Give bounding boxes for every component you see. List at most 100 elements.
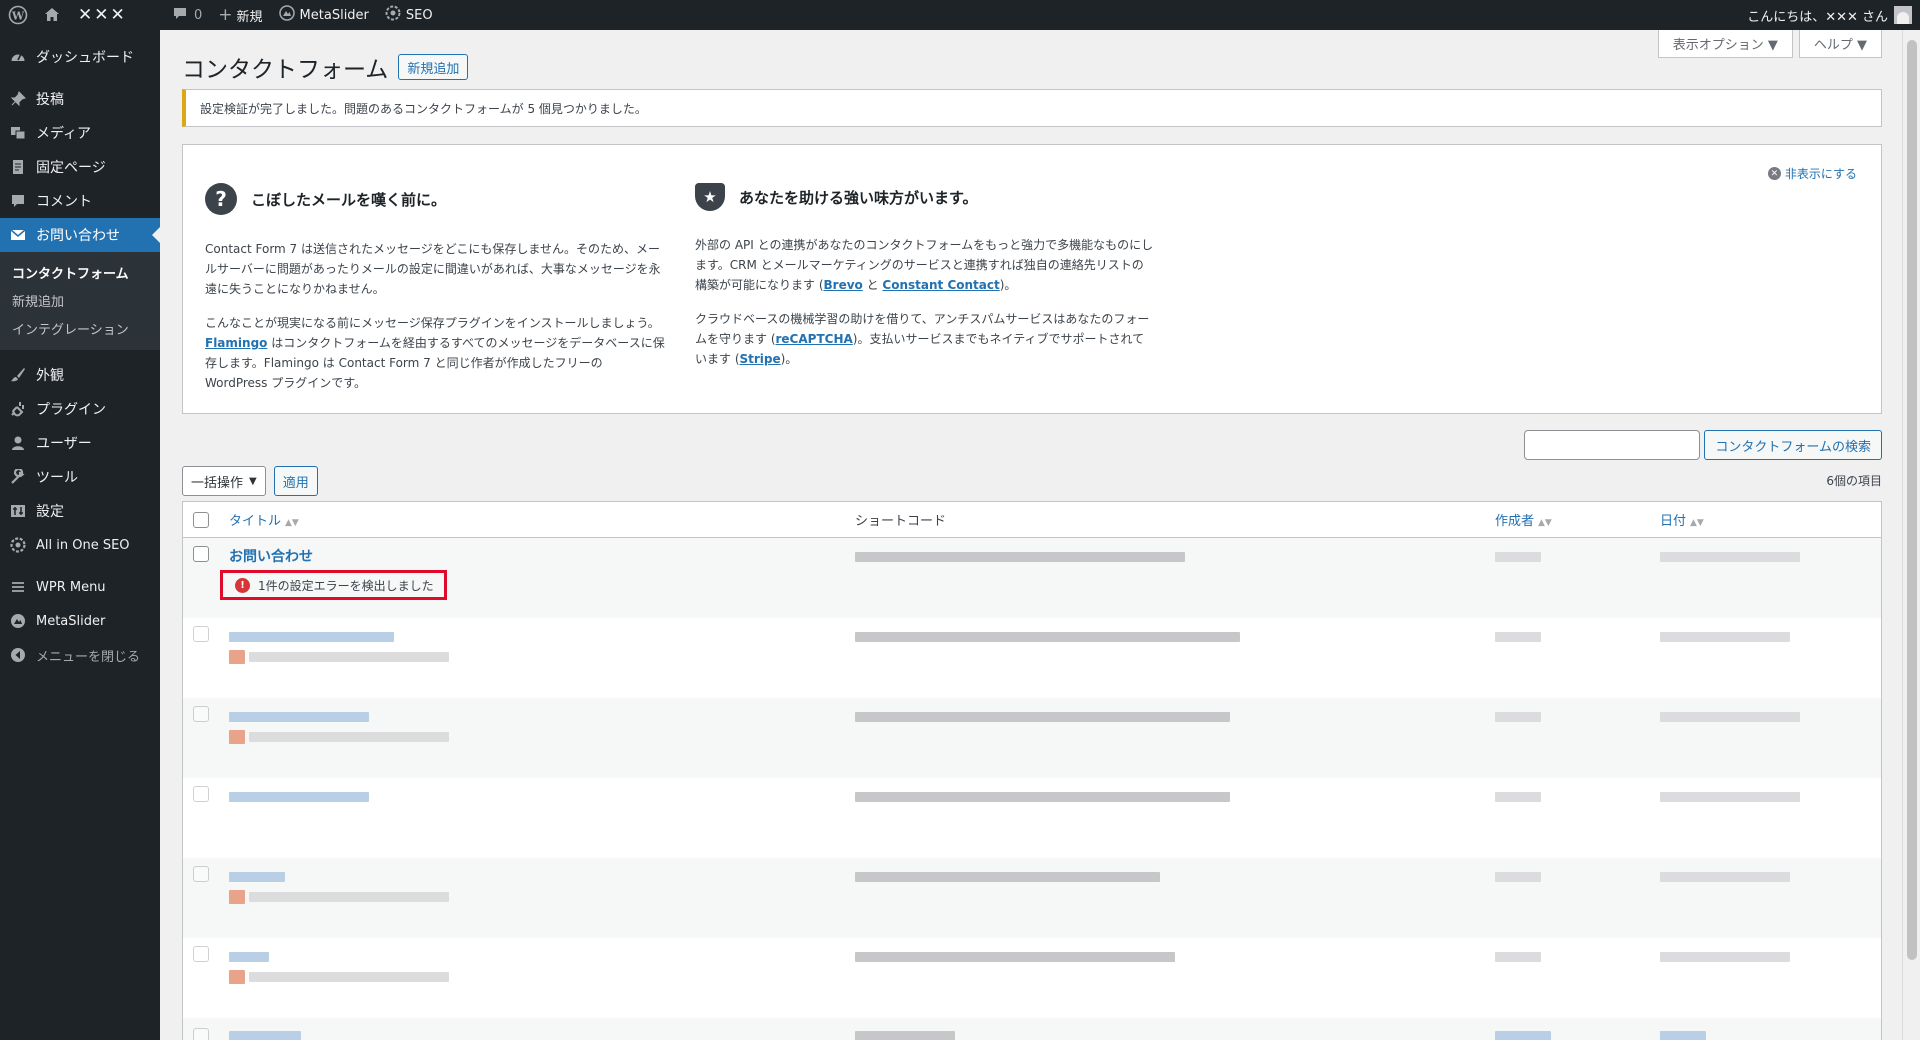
media-icon [8, 123, 28, 143]
menu-wpr-menu[interactable]: WPR Menu [0, 570, 160, 604]
menu-metaslider-label: MetaSlider [36, 613, 106, 629]
stripe-link[interactable]: Stripe [740, 352, 781, 366]
page-scrollbar[interactable] [1902, 30, 1920, 1040]
column-author-label[interactable]: 作成者 [1495, 514, 1534, 529]
date-cell [1650, 537, 1882, 618]
submenu-integration[interactable]: インテグレーション [0, 314, 160, 342]
welcome-col1-title: こぼしたメールを嘆く前に。 [251, 190, 447, 209]
menu-collapse[interactable]: メニューを閉じる [0, 638, 160, 672]
shortcode-cell[interactable] [845, 938, 1485, 1018]
recaptcha-link[interactable]: reCAPTCHA [776, 332, 853, 346]
apply-button[interactable]: 適用 [273, 466, 318, 496]
author-cell[interactable] [1485, 778, 1650, 858]
menu-posts[interactable]: 投稿 [0, 82, 160, 116]
row-checkbox[interactable] [193, 785, 209, 802]
new-content-link[interactable]: + 新規 [210, 0, 270, 30]
config-error-text: 1件の設定エラーを検出しました [258, 578, 434, 593]
submenu-add-new[interactable]: 新規追加 [0, 286, 160, 314]
scrollbar-thumb[interactable] [1907, 40, 1917, 960]
menu-pages[interactable]: 固定ページ [0, 150, 160, 184]
menu-dashboard[interactable]: ダッシュボード [0, 40, 160, 74]
seo-link[interactable]: SEO [377, 0, 441, 30]
comment-icon [172, 5, 188, 25]
search-input[interactable] [1524, 430, 1701, 460]
brevo-link[interactable]: Brevo [824, 278, 863, 292]
table-row: お問い合わせ ! 1件の設定エラーを検出しました [182, 537, 1882, 618]
row-checkbox[interactable] [193, 945, 209, 962]
row-checkbox[interactable] [193, 546, 209, 562]
welcome-col1-p2-text-b: はコンタクトフォームを経由するすべてのメッセージをデータベースに保存します。Fl… [205, 336, 665, 390]
sort-icon: ▲▼ [1690, 518, 1704, 528]
author-cell[interactable] [1485, 697, 1650, 778]
bulk-action-select[interactable]: 一括操作 ▼ [182, 466, 266, 496]
chevron-down-icon: ▼ [249, 475, 257, 487]
menu-aioseo[interactable]: All in One SEO [0, 528, 160, 562]
footer-date-cell [1650, 1017, 1882, 1040]
screen-options-button[interactable]: 表示オプション ▼ [1657, 30, 1793, 58]
shortcode-cell[interactable] [845, 618, 1485, 698]
avatar [1894, 6, 1912, 24]
welcome-col2-p1: 外部の API との連携があなたのコンタクトフォームをもっと強力で多機能なものに… [695, 235, 1155, 295]
hamburger-icon [8, 577, 28, 597]
author-cell[interactable] [1485, 938, 1650, 1018]
row-checkbox[interactable] [193, 705, 209, 722]
welcome-col1-p1: Contact Form 7 は送信されたメッセージをどこにも保存しません。その… [205, 242, 661, 296]
menu-media[interactable]: メディア [0, 116, 160, 150]
welcome-panel: ✕ 非表示にする ? こぼしたメールを嘆く前に。 Contact Form 7 … [182, 144, 1882, 414]
row-checkbox[interactable] [193, 865, 209, 882]
author-cell[interactable] [1485, 857, 1650, 938]
comments-link[interactable]: 0 [164, 0, 210, 30]
submenu-contact-forms[interactable]: コンタクトフォーム [0, 258, 160, 286]
column-date-label[interactable]: 日付 [1660, 514, 1686, 529]
menu-contact[interactable]: お問い合わせ [0, 218, 160, 252]
table-row [183, 778, 1882, 858]
new-label: 新規 [236, 9, 263, 25]
select-all-checkbox[interactable] [193, 511, 209, 528]
shortcode-cell[interactable] [845, 537, 1485, 618]
date-cell [1650, 857, 1882, 938]
shortcode-cell[interactable] [845, 697, 1485, 778]
row-checkbox[interactable] [193, 625, 209, 642]
home-icon[interactable] [36, 0, 68, 30]
menu-appearance[interactable]: 外観 [0, 358, 160, 392]
search-button[interactable]: コンタクトフォームの検索 [1704, 430, 1882, 460]
menu-users[interactable]: ユーザー [0, 426, 160, 460]
collapse-arrow-icon [8, 645, 28, 665]
menu-contact-label: お問い合わせ [36, 228, 120, 244]
column-title-label[interactable]: タイトル [229, 514, 281, 529]
form-title-link[interactable]: お問い合わせ [229, 549, 313, 565]
menu-tools[interactable]: ツール [0, 460, 160, 494]
constant-contact-link[interactable]: Constant Contact [882, 278, 999, 292]
author-cell[interactable] [1485, 618, 1650, 698]
column-title[interactable]: タイトル ▲▼ [219, 501, 845, 538]
dismiss-link[interactable]: ✕ 非表示にする [1767, 165, 1857, 182]
greeting-text: こんにちは、✕✕✕ さん [1747, 9, 1888, 25]
column-date[interactable]: 日付 ▲▼ [1650, 501, 1882, 538]
config-error-notice: ! 1件の設定エラーを検出しました [220, 570, 447, 600]
footer-checkbox[interactable] [193, 1027, 209, 1040]
wordpress-logo-icon[interactable]: W [0, 0, 36, 30]
flamingo-link[interactable]: Flamingo [205, 336, 267, 350]
help-button[interactable]: ヘルプ ▼ [1798, 30, 1882, 58]
main-content: 表示オプション ▼ ヘルプ ▼ コンタクトフォーム 新規追加 設定検証が完了しま… [160, 30, 1902, 1040]
comment-icon [8, 191, 28, 211]
author-cell[interactable] [1485, 537, 1650, 618]
menu-plugins[interactable]: プラグイン [0, 392, 160, 426]
add-new-button[interactable]: 新規追加 [398, 54, 469, 80]
shortcode-cell[interactable] [845, 778, 1485, 858]
menu-settings[interactable]: 設定 [0, 494, 160, 528]
menu-comments[interactable]: コメント [0, 184, 160, 218]
shortcode-cell[interactable] [845, 857, 1485, 938]
row-title-cell [219, 618, 845, 698]
menu-aioseo-label: All in One SEO [36, 537, 130, 553]
column-author[interactable]: 作成者 ▲▼ [1485, 501, 1650, 538]
menu-comments-label: コメント [36, 194, 92, 210]
menu-metaslider[interactable]: MetaSlider [0, 604, 160, 638]
row-title-cell [219, 778, 845, 858]
my-account[interactable]: こんにちは、✕✕✕ さん [1739, 0, 1920, 30]
settings-icon [8, 501, 28, 521]
date-cell [1650, 938, 1882, 1018]
welcome-col1-p2: こんなことが現実になる前にメッセージ保存プラグインをインストールしましょう。 Fl… [205, 313, 665, 393]
metaslider-link[interactable]: MetaSlider [271, 0, 377, 30]
site-name-link[interactable]: ✕✕✕ [68, 0, 164, 30]
